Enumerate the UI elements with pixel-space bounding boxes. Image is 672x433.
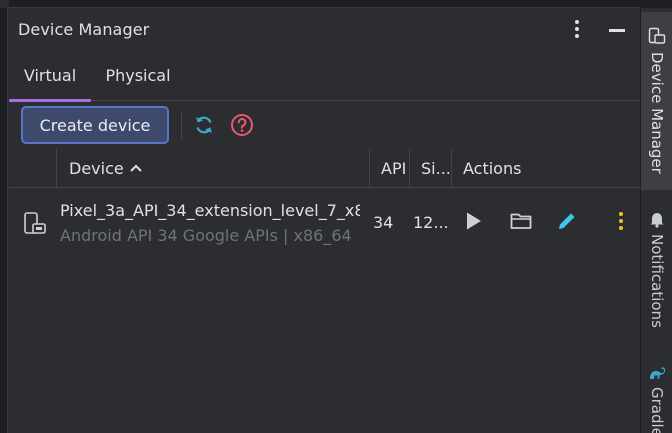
tool-window-label-device-manager[interactable]: Device Manager	[648, 52, 666, 174]
play-icon[interactable]	[461, 209, 485, 233]
toolbar-divider	[181, 111, 182, 139]
device-manager-icon[interactable]	[648, 27, 666, 45]
tool-window-label-gradle[interactable]: Gradle	[648, 387, 666, 433]
bell-icon[interactable]	[648, 210, 666, 228]
more-actions-icon[interactable]	[609, 209, 633, 233]
column-header-api[interactable]: API	[381, 149, 406, 188]
tab-bar: Virtual Physical	[9, 50, 640, 102]
panel-title: Device Manager	[18, 20, 150, 39]
options-menu-icon[interactable]	[571, 18, 583, 42]
tab-physical[interactable]: Physical	[99, 50, 177, 101]
device-api-level: 34	[373, 213, 394, 232]
folder-icon[interactable]	[509, 209, 533, 233]
gradle-icon[interactable]	[648, 364, 666, 382]
device-name: Pixel_3a_API_34_extension_level_7_x8...	[60, 201, 360, 220]
column-header-device[interactable]: Device	[69, 149, 124, 188]
column-header-actions: Actions	[463, 159, 522, 178]
tool-window-label-notifications[interactable]: Notifications	[648, 234, 666, 328]
virtual-device-icon	[24, 212, 46, 234]
ide-window: Device Manager Virtual Physical Create d…	[0, 0, 672, 433]
refresh-icon[interactable]	[193, 114, 215, 136]
toolbar: Create device	[9, 101, 640, 149]
column-header-size[interactable]: Si...	[421, 149, 451, 188]
panel-header: Device Manager	[9, 9, 640, 50]
help-icon[interactable]	[230, 113, 254, 137]
table-row[interactable]: Pixel_3a_API_34_extension_level_7_x8... …	[9, 189, 640, 259]
edit-icon[interactable]	[555, 209, 579, 233]
device-manager-panel: Device Manager Virtual Physical Create d…	[9, 0, 640, 433]
create-device-button[interactable]: Create device	[21, 106, 169, 144]
sort-ascending-icon[interactable]	[129, 162, 143, 174]
right-tool-window-bar: Device Manager Notifications Gradle	[640, 0, 672, 433]
table-header: Device API Si... Actions	[9, 149, 640, 188]
device-description: Android API 34 Google APIs | x86_64	[60, 226, 352, 245]
tab-virtual[interactable]: Virtual	[9, 50, 91, 102]
device-size: 12...	[413, 213, 449, 232]
minimize-icon[interactable]	[609, 29, 625, 32]
editor-edge	[0, 0, 8, 433]
